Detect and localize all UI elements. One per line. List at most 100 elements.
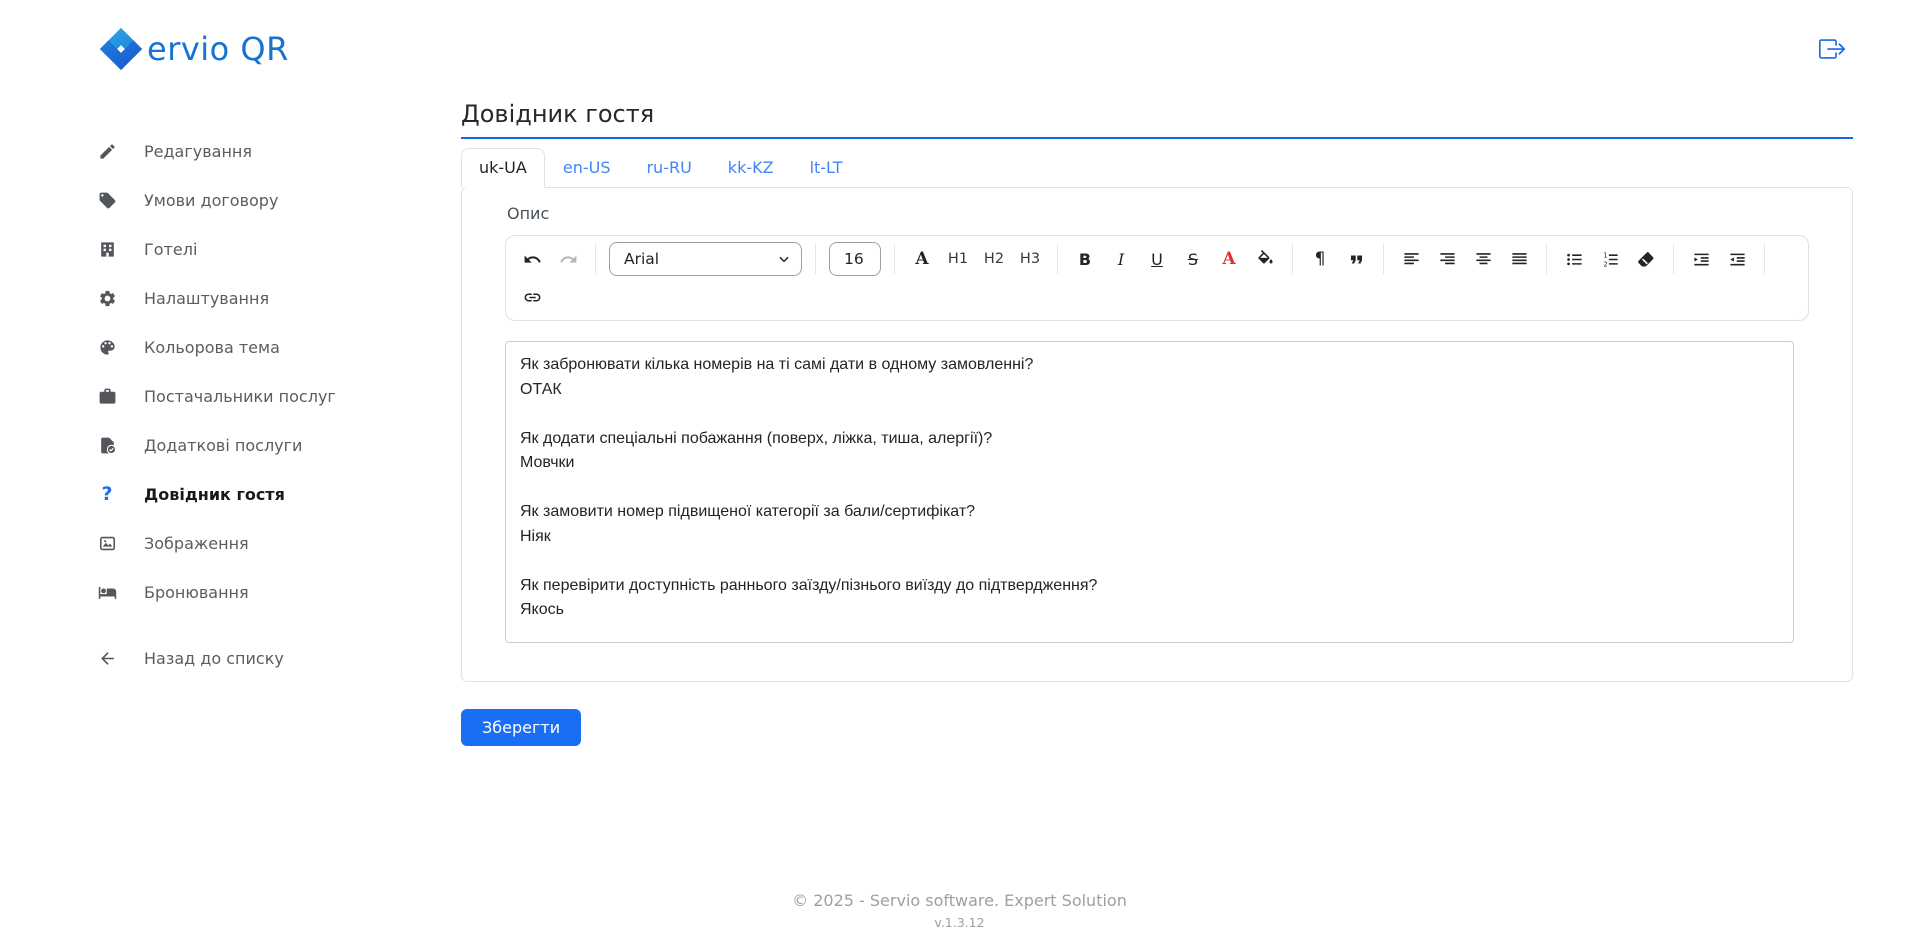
editor-line: Мовчки <box>520 451 1779 476</box>
tab-ru-RU[interactable]: ru-RU <box>628 148 709 187</box>
pencil-icon <box>96 140 118 162</box>
align-justify-icon <box>1510 250 1529 269</box>
building-icon <box>96 238 118 260</box>
sidebar-item-service-providers[interactable]: Постачальники послуг <box>96 382 408 410</box>
editor-line: Ніяк <box>520 525 1779 550</box>
paragraph-button[interactable]: ¶ <box>1305 244 1335 274</box>
svg-text:2: 2 <box>1603 260 1607 268</box>
toolbar-separator <box>1546 244 1547 274</box>
editor-line <box>520 549 1779 574</box>
quote-icon <box>1347 250 1366 269</box>
page-title: Довідник гостя <box>461 100 1853 139</box>
main-content: Довідник гостя uk-UA en-US ru-RU kk-KZ l… <box>461 100 1853 746</box>
font-family-value: Arial <box>624 250 659 268</box>
chevron-down-icon <box>777 252 791 266</box>
sidebar-item-label: Назад до списку <box>144 649 284 668</box>
paint-bucket-icon <box>1256 250 1275 269</box>
underline-button[interactable]: U <box>1142 244 1172 274</box>
sidebar-item-label: Бронювання <box>144 583 249 602</box>
sidebar-item-color-theme[interactable]: Кольорова тема <box>96 333 408 361</box>
h2-button[interactable]: H2 <box>979 244 1009 274</box>
toolbar-separator <box>595 244 596 274</box>
align-center-button[interactable] <box>1468 244 1498 274</box>
tab-lt-LT[interactable]: lt-LT <box>792 148 861 187</box>
sidebar-item-guest-directory[interactable]: ? Довідник гостя <box>96 480 408 508</box>
editor-content[interactable]: Як забронювати кілька номерів на ті самі… <box>505 341 1794 643</box>
svg-text:1: 1 <box>1603 251 1607 259</box>
ordered-list-button[interactable]: 12 <box>1595 244 1625 274</box>
palette-icon <box>96 336 118 358</box>
align-right-icon <box>1438 250 1457 269</box>
sidebar-item-contract-terms[interactable]: Умови договору <box>96 186 408 214</box>
sidebar-item-label: Довідник гостя <box>144 485 285 504</box>
outdent-button[interactable] <box>1722 244 1752 274</box>
briefcase-icon <box>96 385 118 407</box>
bed-icon <box>96 581 118 603</box>
redo-button[interactable] <box>553 244 583 274</box>
box-arrow-right-icon <box>1819 36 1845 62</box>
sidebar-item-images[interactable]: Зображення <box>96 529 408 557</box>
sidebar-item-hotels[interactable]: Готелі <box>96 235 408 263</box>
list-ol-icon: 12 <box>1601 250 1620 269</box>
sidebar-item-additional-services[interactable]: Додаткові послуги <box>96 431 408 459</box>
undo-button[interactable] <box>517 244 547 274</box>
sidebar-item-bookings[interactable]: Бронювання <box>96 578 408 606</box>
save-button[interactable]: Зберегти <box>461 709 581 746</box>
h1-button[interactable]: H1 <box>943 244 973 274</box>
font-family-select[interactable]: Arial <box>609 242 802 276</box>
image-icon <box>96 532 118 554</box>
app-logo[interactable]: ervio QR <box>98 26 289 72</box>
blockquote-button[interactable] <box>1341 244 1371 274</box>
question-icon: ? <box>96 483 118 505</box>
tab-en-US[interactable]: en-US <box>545 148 629 187</box>
h3-button[interactable]: H3 <box>1015 244 1045 274</box>
sidebar-back-to-list[interactable]: Назад до списку <box>96 644 408 672</box>
undo-icon <box>523 250 542 269</box>
align-justify-button[interactable] <box>1504 244 1534 274</box>
strikethrough-button[interactable]: S <box>1178 244 1208 274</box>
list-ul-icon <box>1565 250 1584 269</box>
editor-card: Опис Arial A H1 H2 H <box>461 187 1853 682</box>
sidebar-item-label: Умови договору <box>144 191 278 210</box>
clear-format-button[interactable] <box>1631 244 1661 274</box>
font-style-button[interactable]: A <box>907 244 937 274</box>
servio-logo-icon <box>98 26 144 72</box>
eraser-icon <box>1637 250 1656 269</box>
background-color-button[interactable] <box>1250 244 1280 274</box>
toolbar-separator <box>1673 244 1674 274</box>
toolbar-separator <box>1057 244 1058 274</box>
editor-line: Як перевірити доступність раннього заїзд… <box>520 574 1779 599</box>
footer-version: v.1.3.12 <box>0 915 1919 930</box>
sidebar-item-settings[interactable]: Налаштування <box>96 284 408 312</box>
sidebar-item-editing[interactable]: Редагування <box>96 137 408 165</box>
align-left-icon <box>1402 250 1421 269</box>
file-check-icon <box>96 434 118 456</box>
language-tabs: uk-UA en-US ru-RU kk-KZ lt-LT <box>461 148 1853 187</box>
logout-button[interactable] <box>1819 36 1847 64</box>
unordered-list-button[interactable] <box>1559 244 1589 274</box>
text-color-button[interactable]: A <box>1214 244 1244 274</box>
font-size-input[interactable] <box>829 242 881 276</box>
sidebar-item-label: Зображення <box>144 534 249 553</box>
italic-button[interactable]: I <box>1106 244 1136 274</box>
tab-uk-UA[interactable]: uk-UA <box>461 148 545 188</box>
align-right-button[interactable] <box>1432 244 1462 274</box>
sidebar-item-label: Налаштування <box>144 289 269 308</box>
sidebar-item-label: Постачальники послуг <box>144 387 336 406</box>
indent-icon <box>1692 250 1711 269</box>
bold-button[interactable]: B <box>1070 244 1100 274</box>
indent-button[interactable] <box>1686 244 1716 274</box>
toolbar-separator <box>894 244 895 274</box>
logo-wordmark: ervio QR <box>147 30 289 68</box>
align-left-button[interactable] <box>1396 244 1426 274</box>
tag-icon <box>96 189 118 211</box>
toolbar-row-2 <box>514 278 1800 316</box>
editor-line: Як забронювати кілька номерів на ті самі… <box>520 353 1779 378</box>
editor-line: ОТАК <box>520 378 1779 403</box>
toolbar-row-1: Arial A H1 H2 H3 B I U S A <box>514 240 1800 278</box>
link-icon <box>523 288 542 307</box>
tab-kk-KZ[interactable]: kk-KZ <box>710 148 792 187</box>
arrow-left-icon <box>96 647 118 669</box>
toolbar-separator <box>815 244 816 274</box>
insert-link-button[interactable] <box>517 282 547 312</box>
